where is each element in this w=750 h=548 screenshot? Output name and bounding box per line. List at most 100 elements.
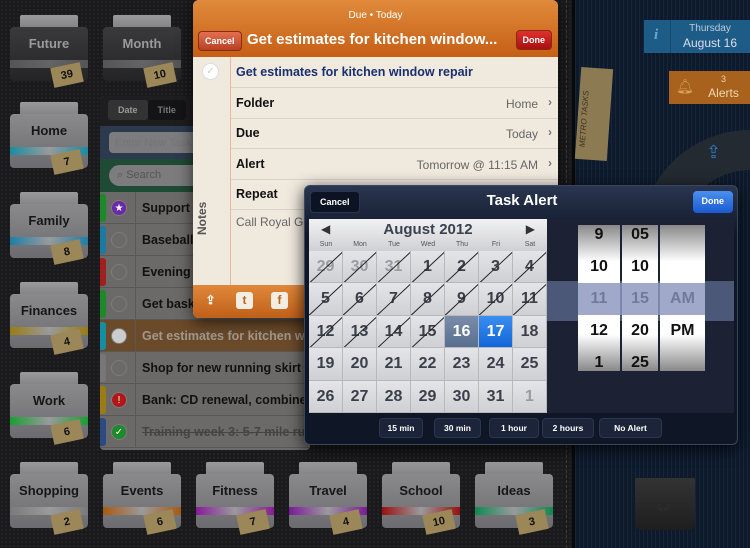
calendar-day[interactable]: 24 xyxy=(479,348,513,381)
share-icon[interactable]: ⇪ xyxy=(202,292,219,309)
done-button[interactable]: Done xyxy=(515,30,552,50)
checkbox-icon[interactable] xyxy=(111,296,127,312)
due-row[interactable]: Due Today › xyxy=(231,118,558,149)
row-divider xyxy=(135,192,136,224)
folder-name: Home xyxy=(30,123,68,138)
calendar-day[interactable]: 25 xyxy=(513,348,547,381)
calendar-day[interactable]: 29 xyxy=(309,251,343,284)
selection-indicator xyxy=(578,283,705,315)
calendar-day[interactable]: 17 xyxy=(479,315,513,349)
twitter-icon[interactable]: t xyxy=(236,292,253,309)
calendar-day[interactable]: 23 xyxy=(445,348,479,381)
folder-name: Finances xyxy=(20,303,78,318)
alert-row[interactable]: Alert Tomorrow @ 11:15 AM › xyxy=(231,149,558,180)
calendar-day[interactable]: 14 xyxy=(377,315,411,349)
folder-events[interactable]: Events 6 xyxy=(103,462,181,535)
alert-done-button[interactable]: Done xyxy=(692,191,733,213)
calendar-day[interactable]: 30 xyxy=(343,251,377,284)
task-row[interactable]: ✓ Training week 3: 5-7 mile runs xyxy=(100,416,310,448)
calendar-day[interactable]: 9 xyxy=(445,283,479,316)
folder-name: Family xyxy=(28,213,70,228)
quick-alert-button[interactable]: No Alert xyxy=(599,418,662,438)
folder-future[interactable]: Future 39 xyxy=(10,15,88,88)
task-text: Training week 3: 5-7 mile runs xyxy=(142,425,310,439)
task-title-row[interactable]: Get estimates for kitchen window repair xyxy=(231,57,558,88)
folder-work[interactable]: Work 6 xyxy=(10,372,88,445)
tab-date[interactable]: Date xyxy=(108,100,148,120)
checkbox-icon[interactable] xyxy=(111,328,127,344)
folder-ideas[interactable]: Ideas 3 xyxy=(475,462,553,535)
row-divider xyxy=(135,320,136,352)
row-divider xyxy=(135,416,136,448)
checkbox-icon[interactable] xyxy=(111,264,127,280)
folder-family[interactable]: Family 8 xyxy=(10,192,88,265)
date-info-badge[interactable]: i Thursday August 16 xyxy=(644,20,750,53)
calendar-day[interactable]: 27 xyxy=(343,380,377,413)
calendar-day[interactable]: 15 xyxy=(411,315,445,349)
weekday-label: Sat xyxy=(524,241,536,248)
task-row[interactable]: ! Bank: CD renewal, combine xyxy=(100,384,310,416)
calendar-day[interactable]: 12 xyxy=(309,315,343,349)
calendar-day[interactable]: 3 xyxy=(479,251,513,284)
weekday-label: Wed xyxy=(420,241,436,248)
task-row[interactable]: Shop for new running skirt xyxy=(100,352,310,384)
tab-title[interactable]: Title xyxy=(147,100,186,120)
time-picker[interactable]: 91011121 0510152025 AMPM xyxy=(547,219,734,413)
trash-icon[interactable]: ♻ xyxy=(635,478,695,530)
folder-name: Work xyxy=(32,393,66,408)
folder-travel[interactable]: Travel 4 xyxy=(289,462,367,535)
folder-fitness[interactable]: Fitness 7 xyxy=(196,462,274,535)
folder-school[interactable]: School 10 xyxy=(382,462,460,535)
folder-row[interactable]: Folder Home › xyxy=(231,88,558,119)
calendar-day[interactable]: 6 xyxy=(343,283,377,316)
folder-finances[interactable]: Finances 4 xyxy=(10,282,88,355)
calendar-day[interactable]: 26 xyxy=(309,380,343,413)
calendar: ◀ August 2012 ▶ Sun Mon Tue Wed Thu Fri Sat 29… xyxy=(309,219,547,413)
complete-checkbox[interactable]: ✓ xyxy=(202,63,219,80)
folder-name: Month xyxy=(122,36,162,51)
calendar-day[interactable]: 7 xyxy=(377,283,411,316)
star-icon[interactable]: ★ xyxy=(111,200,127,216)
checkbox-icon[interactable] xyxy=(111,232,127,248)
checkbox-icon[interactable] xyxy=(111,360,127,376)
calendar-day[interactable]: 2 xyxy=(445,251,479,284)
calendar-day[interactable]: 5 xyxy=(309,283,343,316)
calendar-day[interactable]: 18 xyxy=(513,315,547,349)
calendar-month: August 2012 xyxy=(383,221,473,238)
calendar-day[interactable]: 11 xyxy=(513,283,547,316)
folder-home[interactable]: Home 7 xyxy=(10,102,88,175)
quick-alert-button[interactable]: 2 hours xyxy=(542,418,594,438)
notes-text[interactable]: Call Royal G xyxy=(236,215,303,229)
calendar-day[interactable]: 4 xyxy=(513,251,547,284)
calendar-day[interactable]: 19 xyxy=(309,348,343,381)
facebook-icon[interactable]: f xyxy=(271,292,288,309)
calendar-day[interactable]: 29 xyxy=(411,380,445,413)
priority-icon[interactable]: ! xyxy=(111,392,127,408)
quick-alert-button[interactable]: 15 min xyxy=(379,418,423,438)
calendar-day[interactable]: 21 xyxy=(377,348,411,381)
folder-name: Shopping xyxy=(19,483,79,498)
cancel-button[interactable]: Cancel xyxy=(198,31,242,51)
next-month-icon[interactable]: ▶ xyxy=(526,222,535,236)
folder-shopping[interactable]: Shopping 2 xyxy=(10,462,88,535)
calendar-day[interactable]: 8 xyxy=(411,283,445,316)
quick-alert-button[interactable]: 30 min xyxy=(434,418,481,438)
calendar-day[interactable]: 13 xyxy=(343,315,377,349)
calendar-day[interactable]: 10 xyxy=(479,283,513,316)
folder-month[interactable]: Month 10 xyxy=(103,15,181,88)
export-icon[interactable]: ⇪ xyxy=(706,142,721,163)
checkbox-icon[interactable]: ✓ xyxy=(111,424,127,440)
calendar-day[interactable]: 20 xyxy=(343,348,377,381)
calendar-day[interactable]: 30 xyxy=(445,380,479,413)
alerts-badge[interactable]: 🔔︎ 3 Alerts xyxy=(669,71,750,104)
calendar-day[interactable]: 1 xyxy=(513,380,547,413)
calendar-day[interactable]: 1 xyxy=(411,251,445,284)
task-row[interactable]: Get estimates for kitchen window repair xyxy=(100,320,310,352)
calendar-day[interactable]: 31 xyxy=(377,251,411,284)
calendar-day[interactable]: 22 xyxy=(411,348,445,381)
notes-label: Notes xyxy=(195,201,209,235)
calendar-day[interactable]: 28 xyxy=(377,380,411,413)
calendar-day[interactable]: 16 xyxy=(445,315,479,349)
calendar-day[interactable]: 31 xyxy=(479,380,513,413)
quick-alert-button[interactable]: 1 hour xyxy=(489,418,539,438)
